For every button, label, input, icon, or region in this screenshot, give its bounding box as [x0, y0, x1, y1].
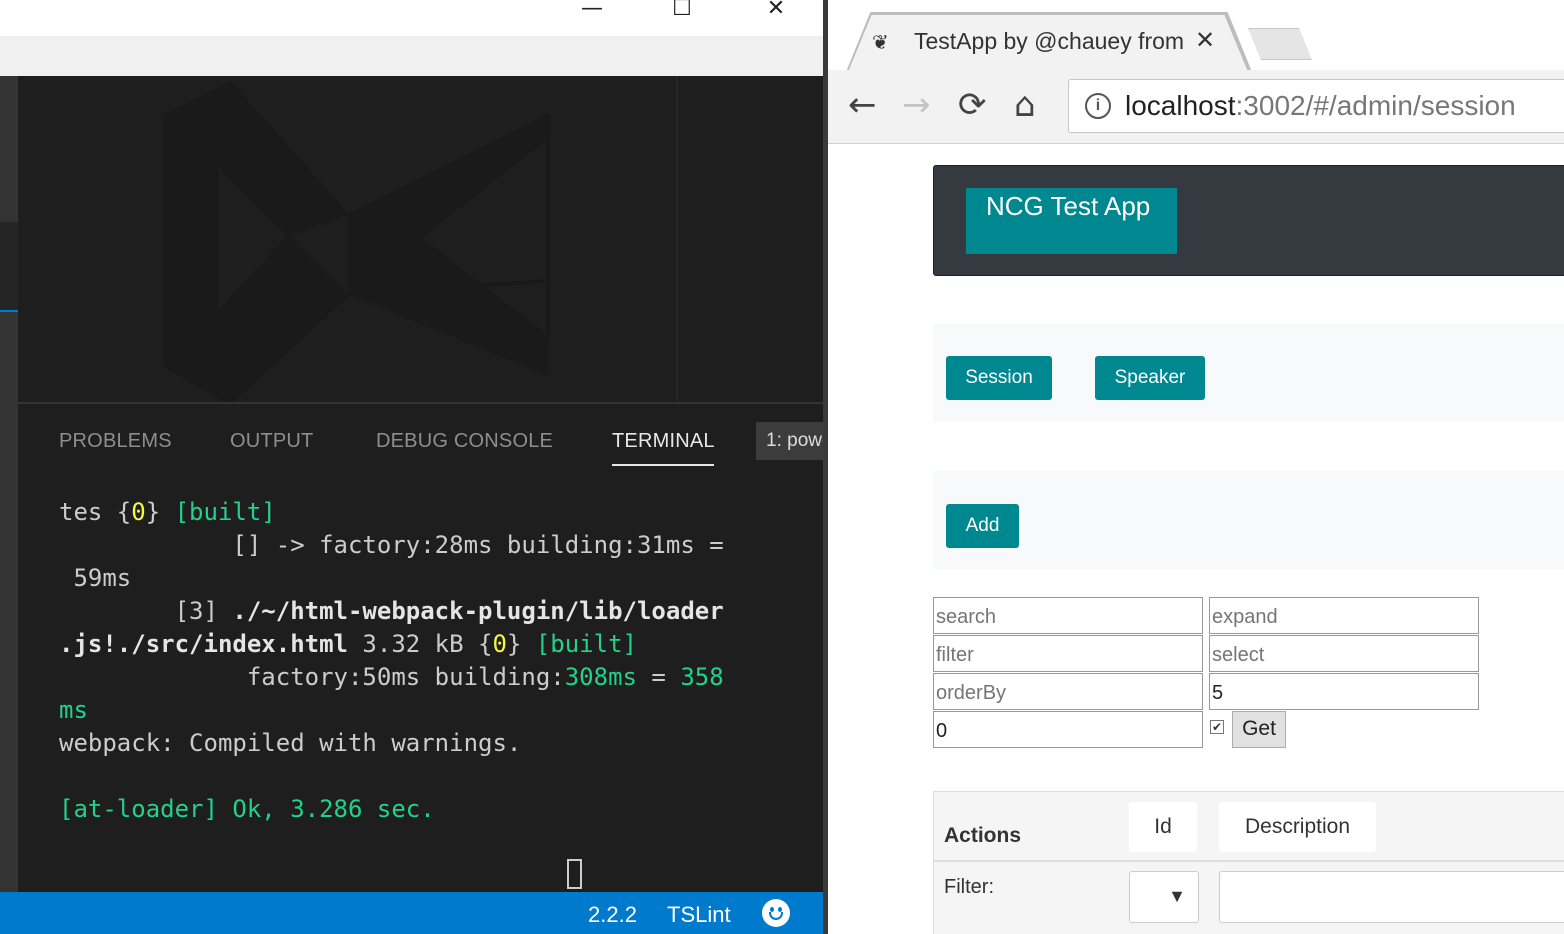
column-header-description[interactable]: Description	[1219, 802, 1376, 852]
terminal-text: 3.32 kB {	[347, 630, 493, 658]
panel-tab-row: PROBLEMS OUTPUT DEBUG CONSOLE TERMINAL 1…	[18, 404, 823, 466]
terminal-text: }	[506, 630, 536, 658]
info-icon[interactable]: i	[1085, 93, 1111, 119]
terminal-text: factory:50ms building:	[59, 663, 565, 691]
web-page: NCG Test App Session Speaker Add ✔ Get A…	[828, 144, 1564, 934]
tab-close-icon[interactable]: ✕	[1195, 26, 1215, 55]
activity-bar-indicator	[0, 310, 18, 312]
editor-area	[18, 76, 823, 402]
screen: — ☐ ✕ PROBLEMS OUTPUT DEBUG CONSOLE TERM…	[0, 0, 1564, 934]
vscode-window: — ☐ ✕ PROBLEMS OUTPUT DEBUG CONSOLE TERM…	[0, 0, 823, 934]
editor-edge	[676, 76, 678, 402]
orderby-input[interactable]	[933, 673, 1203, 710]
terminal-text: 358	[680, 663, 724, 691]
nav-button-row: Session Speaker	[933, 324, 1564, 422]
maximize-button[interactable]: ☐	[662, 0, 702, 22]
count-checkbox[interactable]: ✔	[1210, 720, 1224, 734]
tab-problems[interactable]: PROBLEMS	[59, 430, 172, 453]
vscode-title-bar: — ☐ ✕	[0, 0, 823, 36]
grid-filter-input[interactable]	[1219, 871, 1564, 923]
brand-button[interactable]: NCG Test App	[966, 188, 1177, 254]
active-tab-underline	[612, 464, 714, 466]
reload-icon[interactable]: ⟳	[958, 86, 987, 124]
terminal-text: =	[636, 663, 681, 691]
tab-title[interactable]: TestApp by @chauey from	[914, 28, 1184, 55]
terminal-text: 59ms	[59, 564, 132, 592]
feedback-smiley-icon[interactable]	[762, 899, 790, 927]
address-bar[interactable]: i localhost:3002/#/admin/session	[1068, 79, 1564, 133]
terminal-text: 0	[492, 630, 507, 658]
filter-label: Filter:	[944, 876, 994, 898]
bird-icon: ❦	[872, 32, 889, 54]
app-navbar: NCG Test App	[933, 165, 1564, 276]
status-linter[interactable]: TSLint	[667, 902, 731, 928]
filter-operator-select[interactable]: ▼	[1129, 871, 1199, 923]
terminal-text: 308ms	[564, 663, 637, 691]
new-tab-button[interactable]	[1248, 28, 1312, 60]
close-window-button[interactable]: ✕	[756, 0, 796, 22]
chrome-window: ❦ TestApp by @chauey from ✕ ← → ⟳ ⌂ i lo…	[828, 0, 1564, 934]
column-header-id[interactable]: Id	[1129, 802, 1197, 852]
activity-bar	[0, 76, 18, 892]
tab-debug-console[interactable]: DEBUG CONSOLE	[376, 430, 553, 453]
filter-input[interactable]	[933, 635, 1203, 672]
terminal-text: [3]	[59, 597, 233, 625]
home-icon[interactable]: ⌂	[1014, 86, 1036, 124]
terminal-text: webpack: Compiled with warnings.	[59, 729, 522, 757]
status-version[interactable]: 2.2.2	[588, 902, 637, 928]
vscode-menu-bar	[0, 36, 823, 76]
expand-input[interactable]	[1209, 597, 1479, 634]
skip-input[interactable]	[933, 711, 1203, 748]
tab-output[interactable]: OUTPUT	[230, 430, 313, 453]
url-path: :3002/#/admin/session	[1235, 90, 1516, 121]
terminal-text: ./~/html-webpack-plugin/lib/loader	[232, 597, 724, 625]
minimize-button[interactable]: —	[572, 0, 612, 22]
search-input[interactable]	[933, 597, 1203, 634]
terminal-text: [built]	[174, 498, 276, 526]
terminal-text: }	[145, 498, 175, 526]
actions-header: Actions	[944, 824, 1022, 847]
url-host: localhost	[1125, 90, 1236, 121]
terminal-text: [] -> factory:28ms building:31ms =	[59, 531, 724, 559]
add-button[interactable]: Add	[946, 504, 1019, 548]
select-input[interactable]	[1209, 635, 1479, 672]
tab-terminal[interactable]: TERMINAL	[612, 430, 715, 453]
terminal-text: 0	[131, 498, 146, 526]
url-text: localhost:3002/#/admin/session	[1125, 90, 1516, 122]
add-button-row: Add	[933, 471, 1564, 569]
browser-toolbar: ← → ⟳ ⌂ i localhost:3002/#/admin/session	[828, 70, 1564, 144]
terminal-output[interactable]: tes {0} [built] [] -> factory:28ms build…	[59, 496, 809, 826]
grid-header: Actions Id Description	[934, 792, 1564, 862]
tab-strip: ❦ TestApp by @chauey from ✕	[828, 0, 1564, 72]
top-input[interactable]	[1209, 673, 1479, 710]
vscode-watermark-logo-icon	[164, 81, 550, 402]
speaker-button[interactable]: Speaker	[1095, 356, 1205, 400]
activity-bar-active-item[interactable]	[0, 222, 18, 310]
back-arrow-icon[interactable]: ←	[848, 86, 877, 124]
get-button[interactable]: Get	[1232, 711, 1286, 748]
terminal-text: [at-loader] Ok, 3.286 sec.	[59, 795, 435, 823]
terminal-text: .js!./src/index.html	[59, 630, 348, 658]
terminal-selector[interactable]: 1: powershell	[756, 422, 823, 460]
terminal-cursor	[567, 859, 582, 889]
chevron-down-icon: ▼	[1168, 886, 1186, 906]
status-bar: 2.2.2 TSLint	[0, 892, 823, 934]
terminal-text: [built]	[535, 630, 637, 658]
bottom-panel: PROBLEMS OUTPUT DEBUG CONSOLE TERMINAL 1…	[18, 402, 823, 892]
session-button[interactable]: Session	[946, 356, 1052, 400]
forward-arrow-icon[interactable]: →	[902, 86, 931, 124]
data-grid: Actions Id Description Filter: ▼	[933, 791, 1564, 934]
terminal-text: tes {	[59, 498, 132, 526]
terminal-text: ms	[59, 696, 88, 724]
